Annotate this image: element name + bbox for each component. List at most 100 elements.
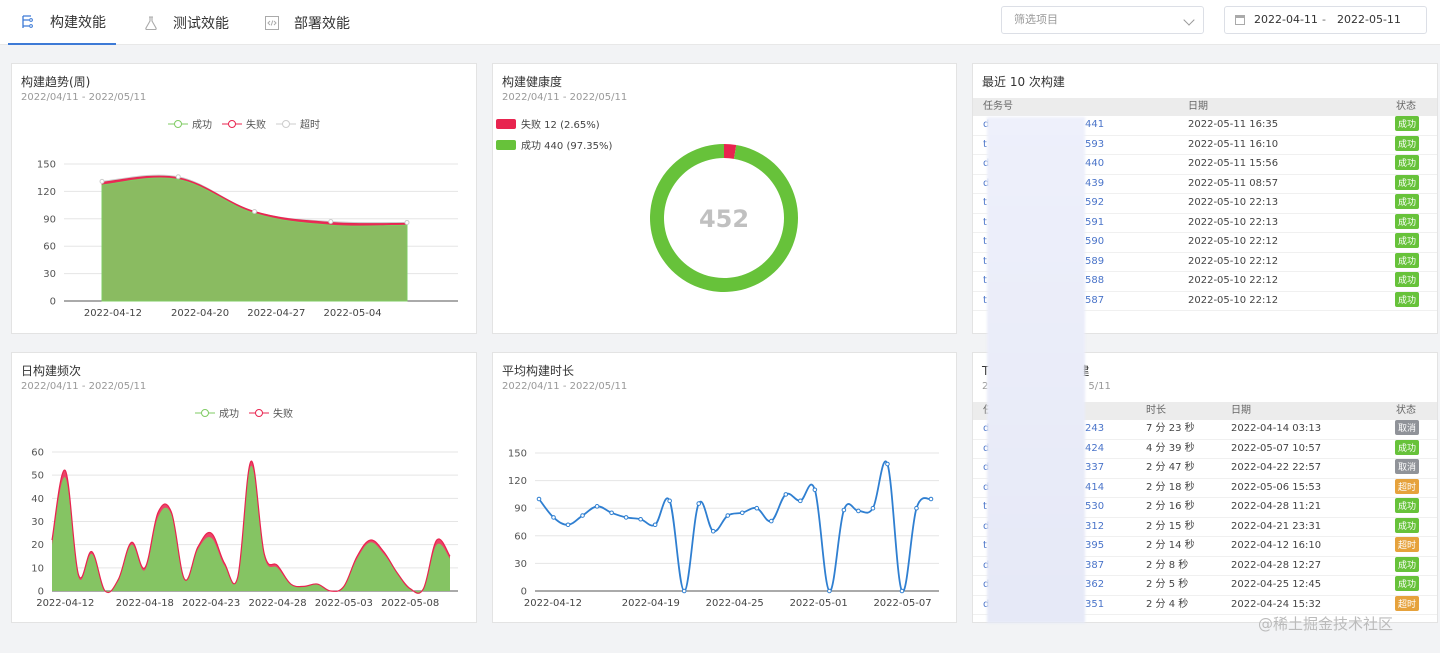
data-point [652,522,658,528]
build-id-link[interactable]: 591 [1085,214,1104,232]
y-tick-label: 150 [37,160,56,171]
flask-icon [143,15,159,31]
tab-build[interactable]: 构建效能 [8,0,116,45]
top-nav-bar: 构建效能 测试效能 部署效能 筛选项目 2022-04-11 - 2022-05… [0,0,1440,45]
status-badge: 成功 [1395,517,1420,533]
legend-fail[interactable]: 失败 12 (2.65%) [496,116,600,131]
build-date: 2022-04-28 12:27 [1231,559,1322,571]
y-tick-label: 120 [37,187,56,198]
data-point [623,515,629,520]
date-end: 2022-05-11 [1337,13,1401,26]
build-date: 2022-04-22 22:57 [1231,462,1322,473]
build-date: 2022-04-14 03:13 [1231,423,1322,434]
x-tick-label: 2022-04-28 [248,598,306,609]
build-id-link[interactable]: 424 [1085,440,1104,458]
date-separator: - [1322,13,1326,26]
x-tick-label: 2022-05-04 [323,308,381,319]
col-header-status: 状态 [1396,405,1416,416]
data-point [885,461,890,467]
date-start: 2022-04-11 [1254,13,1318,26]
build-duration: 2 分 14 秒 [1146,540,1195,551]
build-id-link[interactable]: 441 [1085,116,1104,134]
status-badge: 取消 [1395,420,1420,435]
legend-success[interactable]: 成功 440 (97.35%) [496,137,612,152]
data-point [99,178,105,184]
build-id-link[interactable]: 312 [1085,518,1104,536]
data-point [681,588,687,594]
data-point [768,518,774,524]
x-tick-label: 2022-04-25 [706,598,764,609]
build-id-link[interactable]: 351 [1085,596,1104,614]
build-id-link[interactable]: 593 [1085,136,1104,154]
build-id-link[interactable]: 587 [1085,292,1104,310]
data-point [827,588,832,594]
status-badge: 超时 [1395,537,1420,552]
y-tick-label: 10 [31,563,44,574]
build-id-link[interactable]: 362 [1085,576,1104,594]
status-badge: 成功 [1395,291,1420,307]
build-id-link[interactable]: 337 [1085,459,1104,477]
status-badge: 成功 [1395,213,1420,229]
x-tick-label: 2022-04-27 [247,308,305,319]
build-date: 2022-05-11 16:10 [1188,138,1279,150]
avg-duration-card: 平均构建时长 2022/04/11 - 2022/05/11 0 30 60 90 12… [492,352,957,623]
x-tick-label: 2022-05-03 [315,598,373,609]
y-tick-label: 90 [514,504,527,515]
data-point [252,208,257,214]
col-header-status: 状态 [1396,101,1416,112]
build-id-link[interactable]: 440 [1085,155,1104,173]
tab-deploy[interactable]: 部署效能 [264,0,350,45]
data-point [536,496,542,502]
status-badge: 成功 [1395,252,1420,268]
data-point [856,508,861,514]
build-id-link[interactable]: 387 [1085,557,1104,575]
build-duration: 7 分 23 秒 [1146,423,1195,434]
build-date: 2022-04-28 11:21 [1231,501,1322,512]
y-tick-label: 60 [31,448,44,459]
build-id-link[interactable]: 243 [1085,420,1104,438]
y-tick-label: 0 [38,587,44,598]
status-badge: 取消 [1395,459,1420,474]
table-header: 任务号 日期 状态 [973,98,1437,116]
build-id-link[interactable]: 395 [1085,537,1104,555]
build-date: 2022-05-11 08:57 [1188,177,1279,189]
y-tick-label: 50 [31,471,44,482]
x-tick-label: 2022-05-08 [381,598,439,609]
y-tick-label: 30 [31,517,44,528]
build-duration: 2 分 15 秒 [1146,520,1195,532]
build-duration: 2 分 18 秒 [1146,481,1195,493]
build-id-link[interactable]: 439 [1085,175,1104,193]
build-duration: 2 分 4 秒 [1146,598,1189,610]
build-id-link[interactable]: 590 [1085,233,1104,251]
build-duration: 4 分 39 秒 [1146,442,1195,454]
build-id-link[interactable]: 414 [1085,479,1104,497]
data-point [870,505,876,511]
build-id-link[interactable]: 589 [1085,253,1104,271]
build-id-link[interactable]: 530 [1085,498,1104,516]
legend-swatch [496,118,516,129]
date-range-picker[interactable]: 2022-04-11 - 2022-05-11 [1224,6,1427,34]
tab-test-label: 测试效能 [173,15,229,32]
build-date: 2022-05-07 10:57 [1231,442,1322,454]
y-tick-label: 90 [43,214,56,225]
legend-swatch [496,139,516,150]
data-point [667,498,672,504]
chevron-down-icon [1183,14,1195,26]
status-badge: 成功 [1395,272,1420,287]
build-date: 2022-05-10 22:12 [1188,255,1279,267]
build-id-link[interactable]: 588 [1085,272,1104,290]
build-id-link[interactable]: 592 [1085,194,1104,212]
card-title: 最近 10 次构建 [982,75,1065,89]
data-point [609,510,614,516]
data-point [899,588,905,594]
tab-test[interactable]: 测试效能 [143,0,229,45]
data-point [551,515,556,520]
y-tick-label: 30 [43,269,56,280]
x-tick-label: 2022-04-18 [116,598,174,609]
donut-total-label: 452 [699,205,749,233]
data-point [914,505,919,511]
x-tick-label: 2022-04-12 [84,308,142,319]
project-filter-placeholder: 筛选项目 [1014,13,1058,26]
project-filter-select[interactable]: 筛选项目 [1001,6,1204,34]
y-tick-label: 150 [508,449,527,460]
